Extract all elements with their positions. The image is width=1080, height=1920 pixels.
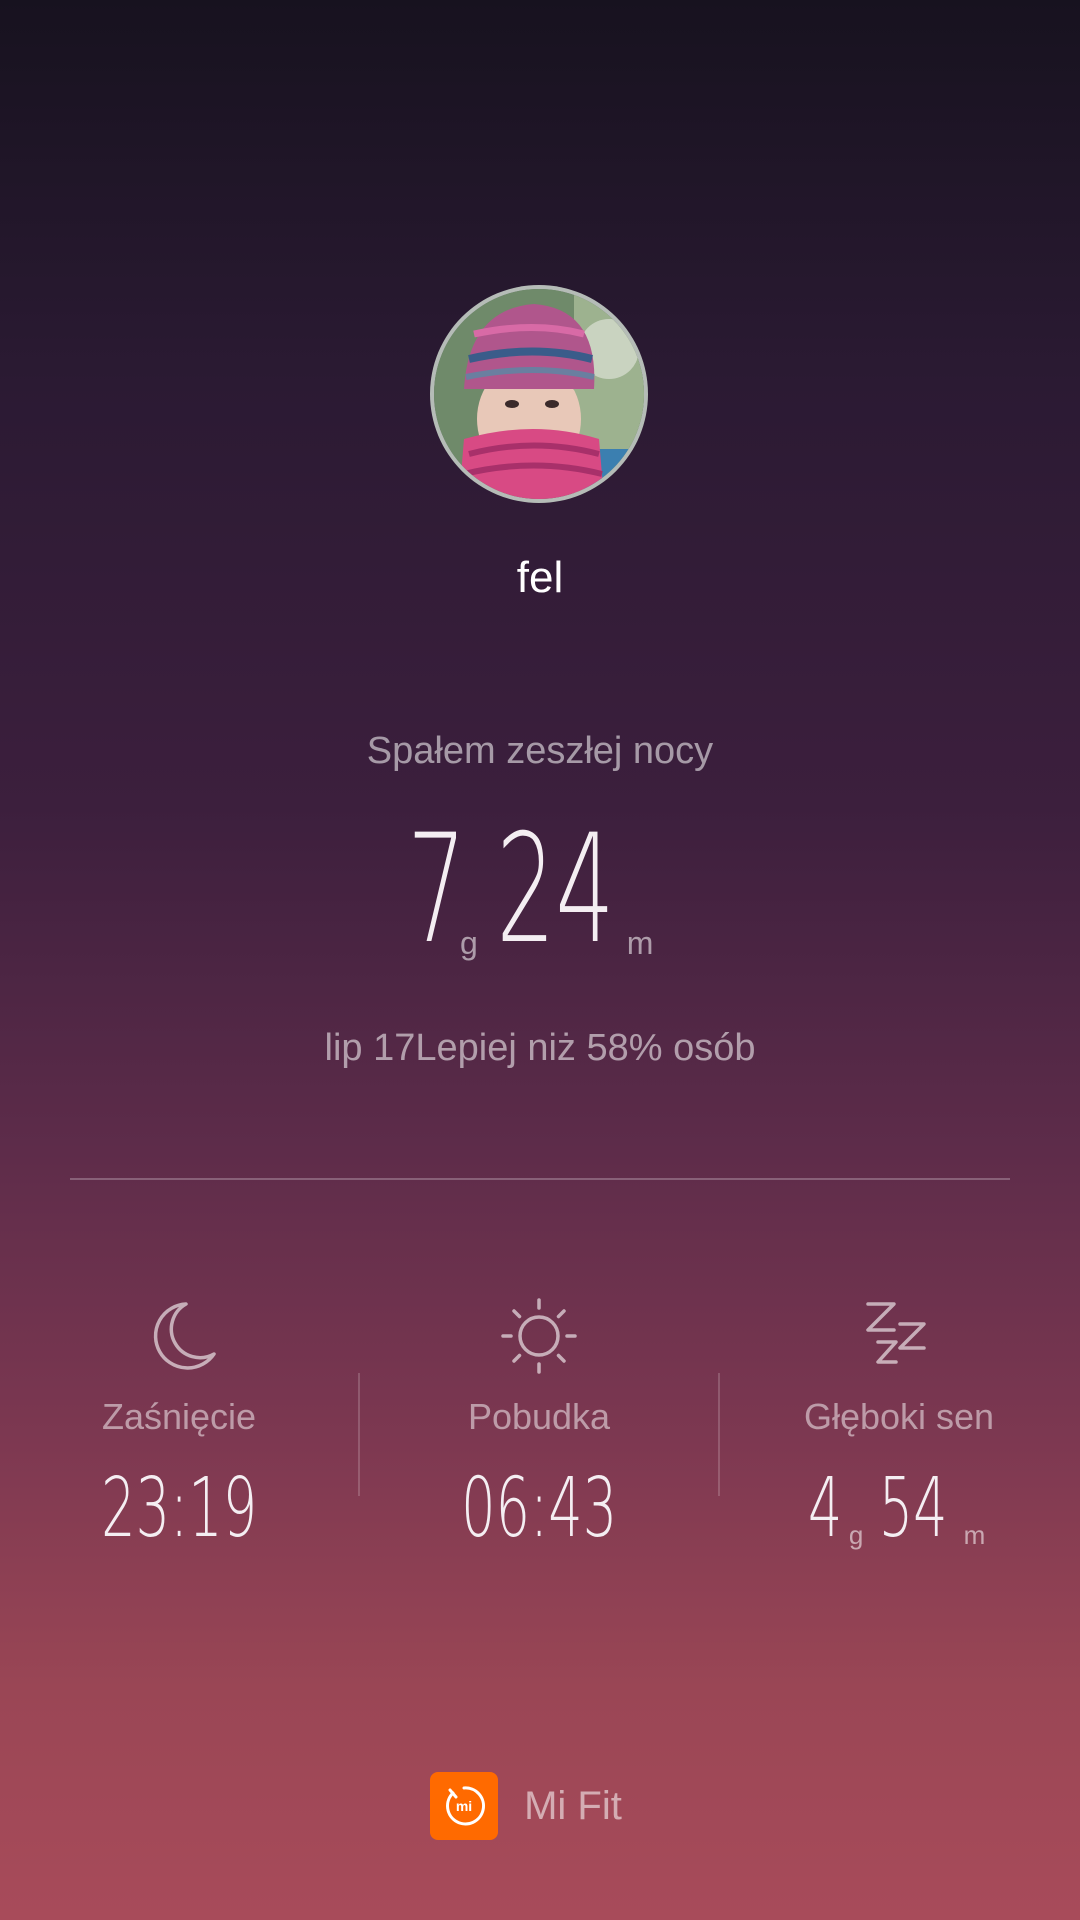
moon-icon [153, 1302, 216, 1370]
username: fel [516, 553, 564, 602]
stat-fall-asleep: Zaśnięcie 23:19 [14, 1296, 344, 1550]
app-branding: mi Mi Fit [0, 1772, 1080, 1840]
sun-icon [501, 1298, 577, 1374]
stat-value: 06:43 [374, 1468, 704, 1550]
sleep-comparison-caption: lip 17Lepiej niż 58% osób [324, 1027, 756, 1069]
wake-up-time: 06:43 [461, 1461, 617, 1556]
stat-label: Głęboki sen [803, 1396, 995, 1437]
avatar-photo [434, 289, 644, 499]
sleep-summary-title: Spałem zeszłej nocy [366, 730, 714, 772]
stat-divider [358, 1373, 360, 1496]
minutes-unit: m [626, 925, 654, 961]
total-sleep-hours: 7 [406, 803, 466, 977]
minutes-unit: m [963, 1520, 986, 1550]
deep-sleep-hours: 4 [807, 1461, 842, 1556]
total-sleep-duration: 7g 24 m [0, 815, 1080, 965]
stat-label: Pobudka [467, 1396, 611, 1437]
svg-text:mi: mi [456, 1798, 472, 1814]
mi-logo-icon: mi [430, 1772, 499, 1840]
total-sleep-minutes: 24 [496, 803, 615, 977]
fall-asleep-time: 23:19 [101, 1461, 257, 1556]
stat-value: 4 g 54 m [734, 1468, 1064, 1550]
brand-name: Mi Fit [524, 1783, 622, 1828]
stat-divider [718, 1373, 720, 1496]
stat-deep-sleep: Głęboki sen 4 g 54 m [734, 1296, 1064, 1550]
section-divider [70, 1178, 1010, 1180]
stat-wake-up: Pobudka 06:43 [374, 1296, 704, 1550]
stat-value: 23:19 [14, 1468, 344, 1550]
stat-label: Zaśnięcie [101, 1396, 257, 1437]
hours-unit: g [848, 1520, 864, 1550]
profile-avatar[interactable] [430, 285, 648, 503]
deep-sleep-minutes: 54 [879, 1461, 948, 1556]
zzz-icon [866, 1302, 926, 1364]
